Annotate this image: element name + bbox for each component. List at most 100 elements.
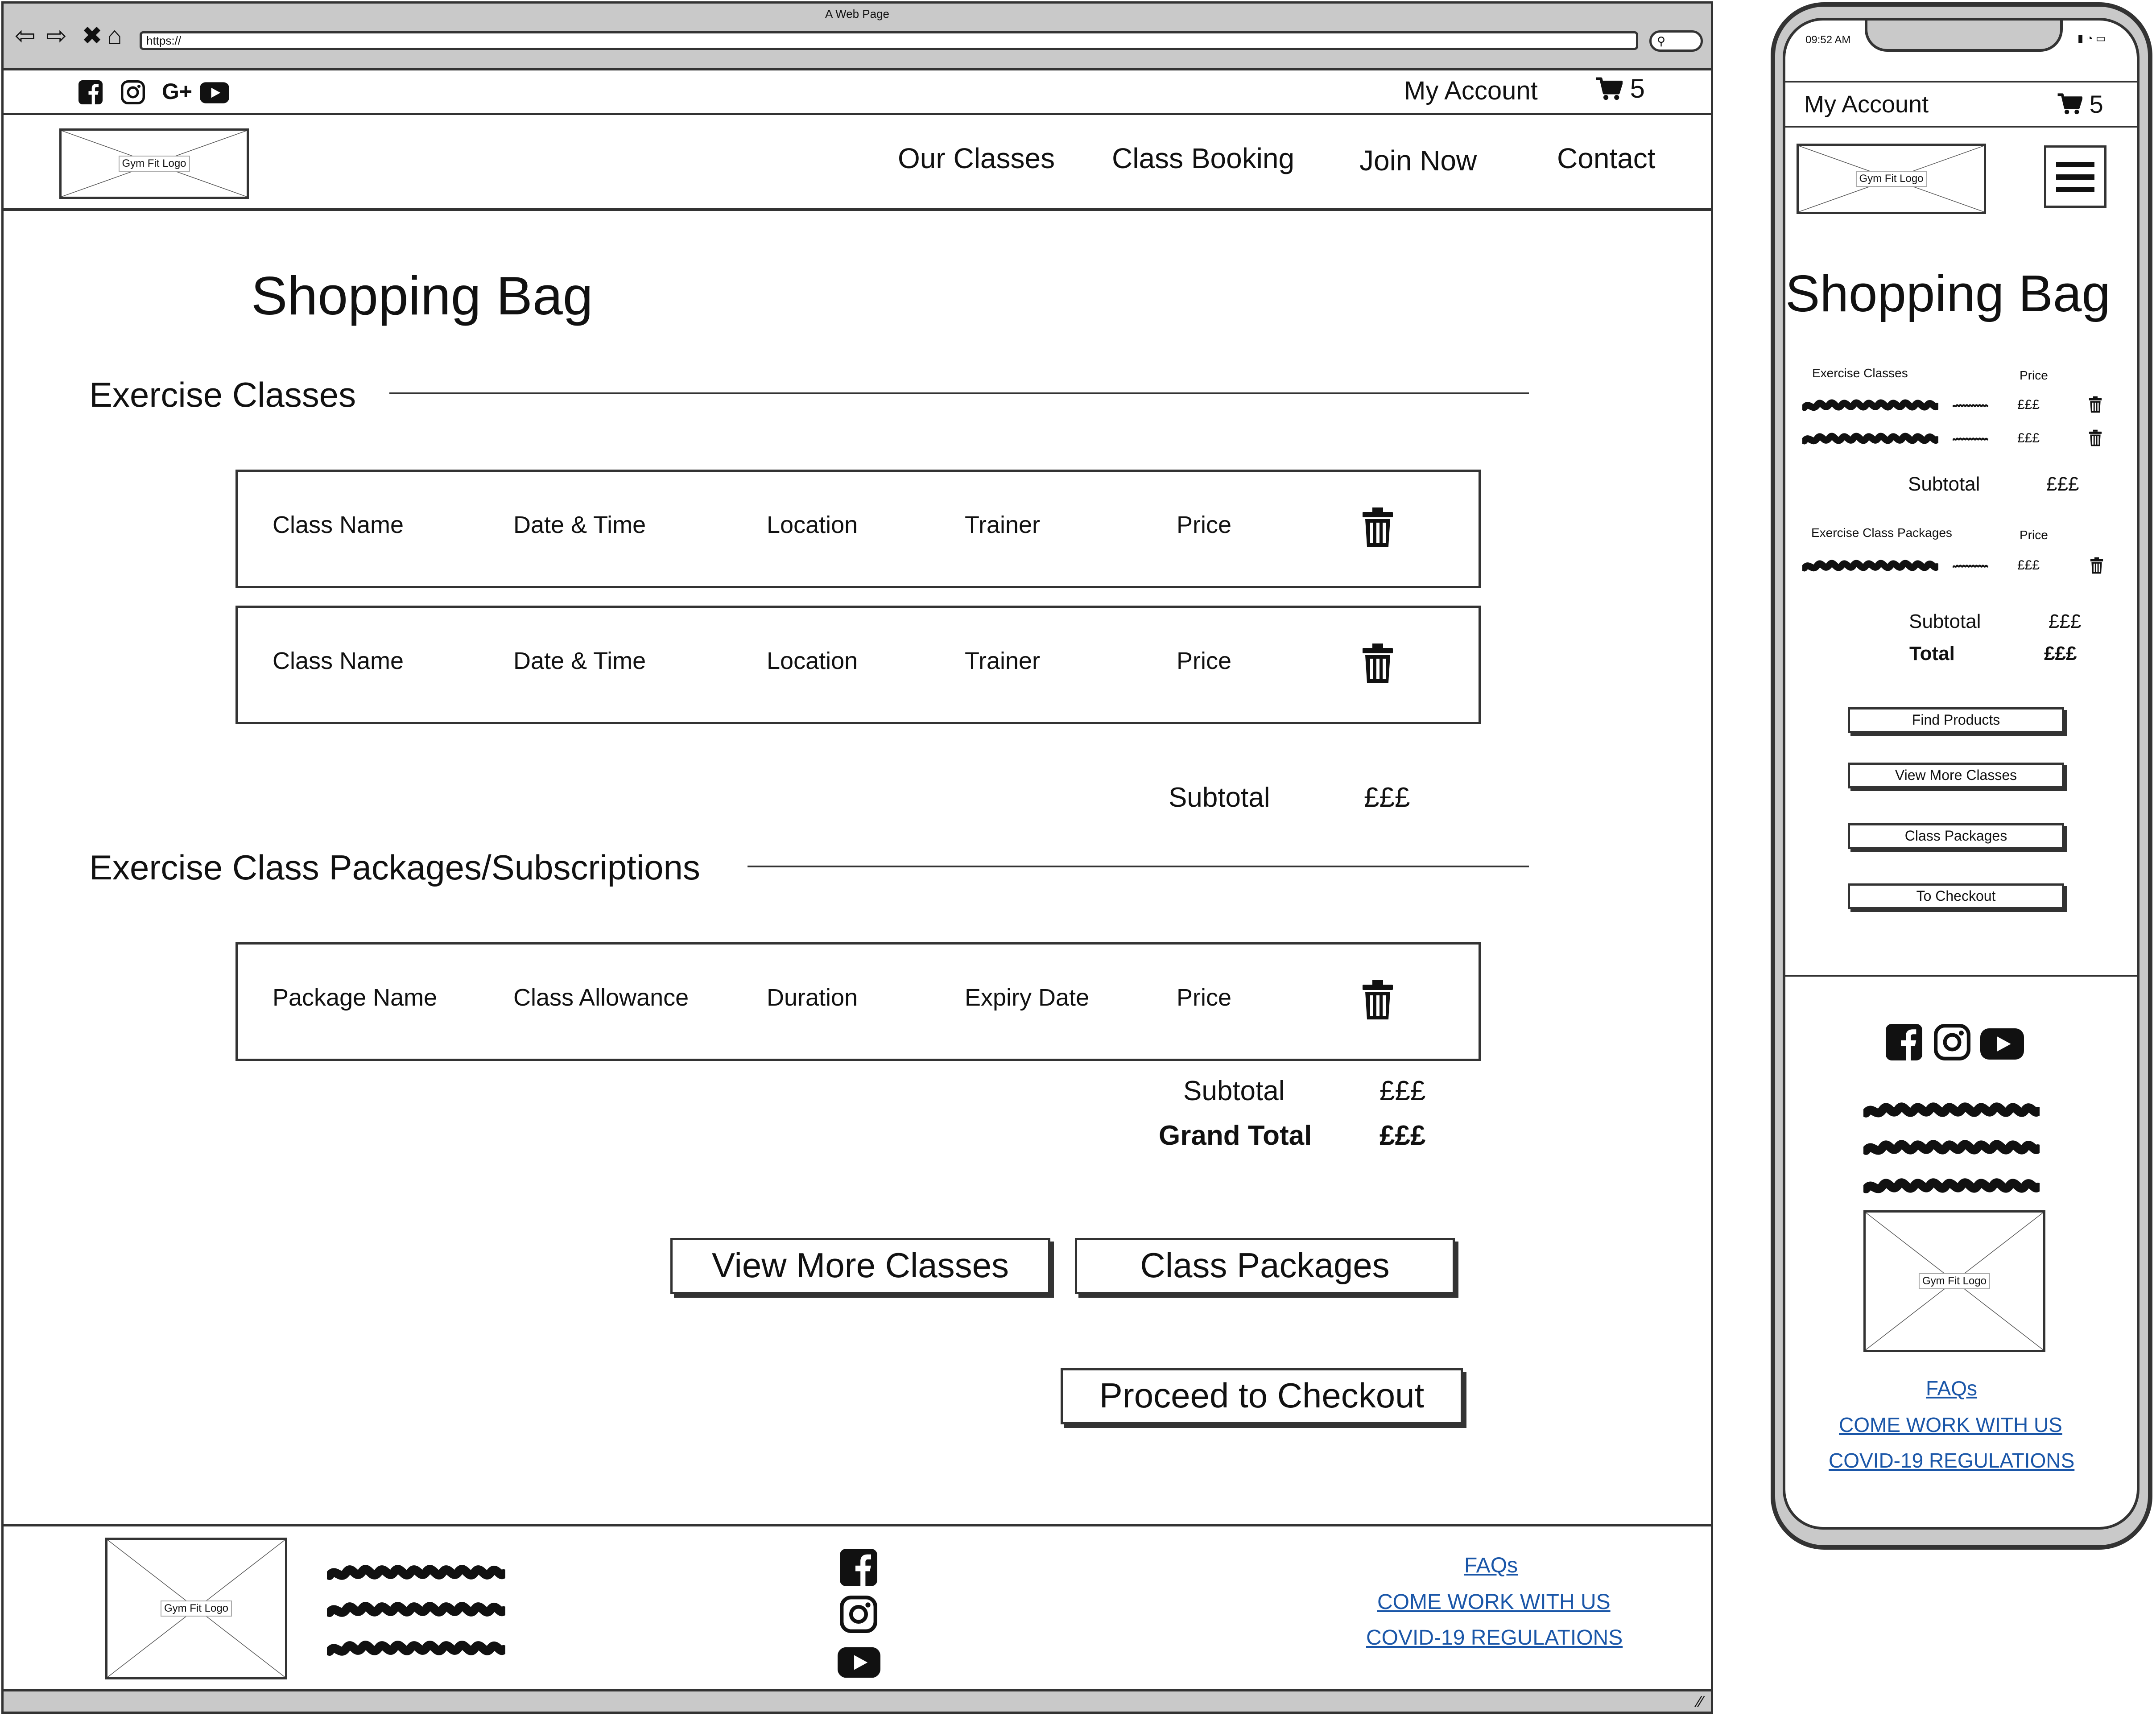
nav-join-now[interactable]: Join Now [1359, 144, 1477, 177]
mobile-logo[interactable]: Gym Fit Logo [1797, 144, 1986, 214]
placeholder-text [1953, 556, 1988, 577]
mobile-packages-subtotal-value: £££ [2049, 610, 2082, 632]
status-bar: ⁄⁄ [4, 1689, 1711, 1712]
my-account-link[interactable]: My Account [1404, 76, 1538, 106]
mobile-top-bar: My Account 5 [1785, 81, 2137, 128]
google-plus-icon[interactable]: G+ [162, 78, 192, 104]
packages-subtotal-value: £££ [1380, 1076, 1426, 1106]
grand-total-value: £££ [1380, 1120, 1426, 1151]
status-time: 09:52 AM [1805, 34, 1851, 46]
main-nav: Gym Fit Logo Our Classes Class Booking J… [4, 115, 1711, 211]
footer-link-faqs[interactable]: FAQs [1464, 1553, 1518, 1578]
logo[interactable]: Gym Fit Logo [59, 128, 249, 199]
footer-link-careers[interactable]: COME WORK WITH US [1377, 1590, 1611, 1614]
mobile-view-more-classes-button[interactable]: View More Classes [1848, 763, 2064, 788]
class-packages-button[interactable]: Class Packages [1075, 1238, 1455, 1294]
mobile-total-label: Total [1909, 643, 1955, 664]
phone-notch [1865, 21, 2063, 52]
hamburger-menu-icon[interactable] [2044, 145, 2106, 208]
cart-count: 5 [1630, 74, 1645, 103]
mobile-classes-label: Exercise Classes [1812, 366, 1908, 380]
mobile-class-packages-button[interactable]: Class Packages [1848, 823, 2064, 849]
browser-search-field[interactable]: ⚲ [1649, 30, 1703, 52]
mobile-footer-link-careers[interactable]: COME WORK WITH US [1839, 1413, 2062, 1437]
trash-icon[interactable] [1362, 507, 1394, 547]
youtube-icon[interactable] [200, 82, 229, 103]
window-title: A Web Page [825, 7, 890, 21]
find-products-button[interactable]: Find Products [1848, 707, 2064, 733]
class-allowance: Class Allowance [513, 984, 689, 1011]
nav-our-classes[interactable]: Our Classes [898, 142, 1055, 175]
view-more-classes-button[interactable]: View More Classes [670, 1238, 1050, 1294]
placeholder-text [1863, 1175, 2040, 1199]
mobile-item-price: £££ [2017, 397, 2040, 412]
section-title-packages: Exercise Class Packages/Subscriptions [89, 848, 700, 887]
date-time: Date & Time [513, 512, 646, 538]
placeholder-text [1802, 556, 1938, 577]
logo-label: Gym Fit Logo [1918, 1273, 1991, 1289]
back-icon[interactable]: ⇦ [15, 22, 36, 49]
grand-total-label: Grand Total [1159, 1120, 1312, 1151]
page-title: Shopping Bag [251, 265, 593, 326]
home-icon[interactable]: ⌂ [107, 22, 122, 49]
footer-link-covid[interactable]: COVID-19 REGULATIONS [1366, 1625, 1623, 1650]
instagram-icon[interactable] [1934, 1024, 1970, 1060]
mobile-classes-subtotal-label: Subtotal [1908, 473, 1980, 495]
trash-icon[interactable] [2089, 396, 2102, 413]
facebook-icon[interactable] [78, 80, 103, 104]
expiry-date: Expiry Date [965, 984, 1090, 1011]
mobile-price-header: Price [2020, 368, 2048, 382]
mobile-item-price: £££ [2017, 558, 2040, 573]
mobile-footer-link-covid[interactable]: COVID-19 REGULATIONS [1829, 1448, 2074, 1473]
cart-icon [2057, 93, 2082, 115]
mobile-item-price: £££ [2017, 431, 2040, 446]
top-bar: G+ My Account 5 [4, 70, 1711, 115]
placeholder-text [1802, 429, 1938, 450]
trash-icon[interactable] [2090, 557, 2103, 574]
duration: Duration [767, 984, 858, 1011]
facebook-icon[interactable] [1886, 1024, 1922, 1060]
mobile-packages-label: Exercise Class Packages [1811, 526, 1952, 540]
mobile-footer-link-faqs[interactable]: FAQs [1926, 1376, 1977, 1400]
logo-label: Gym Fit Logo [160, 1600, 232, 1617]
proceed-to-checkout-button[interactable]: Proceed to Checkout [1061, 1368, 1463, 1424]
mobile-footer-divider [1785, 975, 2137, 977]
cart-button[interactable]: 5 [1596, 73, 1645, 104]
facebook-icon[interactable] [840, 1549, 877, 1586]
trainer: Trainer [965, 512, 1041, 538]
placeholder-text [327, 1599, 505, 1621]
trainer: Trainer [965, 648, 1041, 674]
instagram-icon[interactable] [121, 80, 145, 104]
trash-icon[interactable] [1362, 980, 1394, 1019]
price: Price [1177, 512, 1232, 538]
class-row: Class Name Date & Time Location Trainer … [235, 470, 1481, 588]
trash-icon[interactable] [1362, 644, 1394, 683]
location: Location [767, 648, 858, 674]
footer-logo[interactable]: Gym Fit Logo [105, 1538, 287, 1679]
mobile-to-checkout-button[interactable]: To Checkout [1848, 883, 2064, 909]
class-row: Class Name Date & Time Location Trainer … [235, 606, 1481, 724]
stop-icon[interactable]: ✖ [82, 22, 103, 49]
classes-subtotal-value: £££ [1364, 782, 1410, 813]
placeholder-text [1953, 429, 1988, 450]
packages-subtotal-label: Subtotal [1183, 1076, 1285, 1106]
placeholder-text [1863, 1136, 2040, 1160]
youtube-icon[interactable] [1980, 1028, 2024, 1060]
nav-class-booking[interactable]: Class Booking [1112, 142, 1294, 175]
class-name: Class Name [273, 648, 404, 674]
nav-contact[interactable]: Contact [1557, 142, 1656, 175]
section-title-classes: Exercise Classes [89, 375, 356, 414]
mobile-my-account-link[interactable]: My Account [1804, 91, 1929, 118]
mobile-cart-button[interactable]: 5 [2057, 90, 2103, 119]
mobile-total-value: £££ [2044, 643, 2077, 664]
mobile-footer-logo[interactable]: Gym Fit Logo [1863, 1210, 2045, 1352]
instagram-icon[interactable] [840, 1596, 877, 1633]
divider [748, 866, 1529, 867]
youtube-icon[interactable] [838, 1647, 880, 1678]
trash-icon[interactable] [2089, 429, 2102, 446]
date-time: Date & Time [513, 648, 646, 674]
forward-icon[interactable]: ⇨ [46, 22, 67, 49]
resize-grip-icon[interactable]: ⁄⁄ [1698, 1692, 1703, 1711]
url-bar[interactable]: https:// [140, 31, 1638, 50]
desktop-browser-window: A Web Page ⇦ ⇨ ✖ ⌂ https:// ⚲ G+ My Acco… [1, 1, 1713, 1714]
